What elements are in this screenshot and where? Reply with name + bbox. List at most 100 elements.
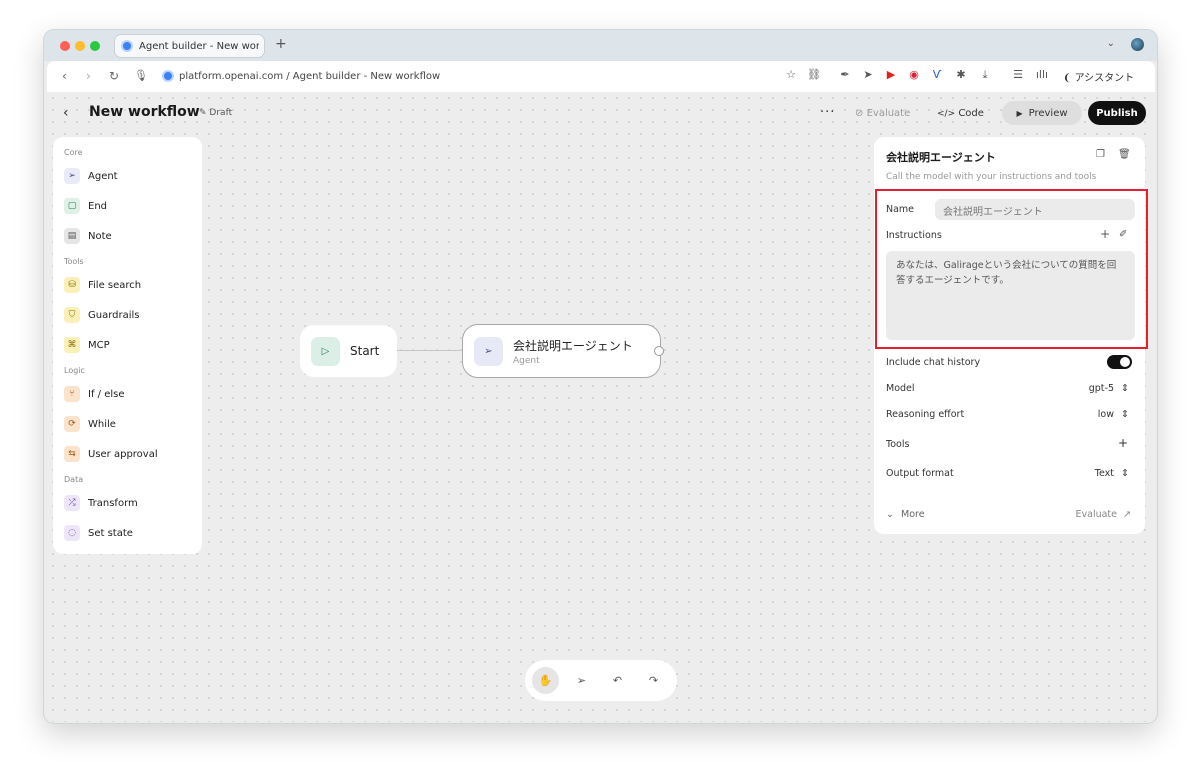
start-node[interactable]: ▷ Start — [300, 325, 397, 377]
palette-item-set-state[interactable]: ◌ Set state — [64, 525, 133, 541]
profile-avatar[interactable] — [1131, 38, 1144, 51]
back-chevron-icon[interactable]: ‹ — [63, 105, 69, 121]
audio-wave-icon[interactable]: ıllı — [1035, 68, 1049, 82]
palette-item-transform[interactable]: ⤮ Transform — [64, 495, 138, 511]
section-logic-label: Logic — [64, 366, 85, 375]
palette-item-end[interactable]: ▢ End — [64, 198, 107, 214]
url-field[interactable]: platform.openai.com / Agent builder - Ne… — [162, 70, 440, 82]
trash-icon[interactable]: 🗑 — [1118, 149, 1131, 160]
reader-list-icon[interactable]: ☰ — [1011, 68, 1025, 82]
record-extension-icon[interactable]: ◉ — [907, 68, 921, 82]
palette-item-agent[interactable]: ➢ Agent — [64, 168, 118, 184]
output-format-select[interactable]: Text ⇕ — [1095, 468, 1129, 479]
pen-extension-icon[interactable]: ✒ — [838, 68, 852, 82]
link-icon[interactable]: ⛓ — [807, 68, 821, 82]
palette-item-label: While — [88, 418, 116, 430]
hand-pan-icon[interactable]: ✋ — [532, 667, 559, 694]
evaluate-link-label: Evaluate — [1075, 509, 1118, 520]
back-arrow-icon[interactable]: ‹ — [62, 69, 67, 83]
undo-icon[interactable]: ↶ — [604, 667, 631, 694]
maximize-window-button[interactable] — [90, 41, 100, 51]
inspector-panel: 会社説明エージェント ❐ 🗑 Call the model with your … — [874, 137, 1148, 534]
palette-item-label: If / else — [88, 388, 125, 400]
publish-button[interactable]: Publish — [1088, 101, 1146, 125]
preview-label: Preview — [1028, 107, 1068, 119]
browser-window: Agent builder - New workflow + ⌄ ‹ › ↻ 🎙… — [43, 29, 1158, 724]
redo-icon[interactable]: ↷ — [640, 667, 667, 694]
model-value: gpt-5 — [1088, 383, 1114, 394]
database-icon: ⛁ — [64, 277, 80, 293]
evaluate-button[interactable]: ⊘ Evaluate — [855, 108, 910, 119]
assistant-icon: ❨ — [1063, 73, 1072, 84]
more-toggle-button[interactable]: ⌄ More — [886, 509, 925, 520]
palette-item-guardrails[interactable]: ⛉ Guardrails — [64, 307, 140, 323]
reload-icon[interactable]: ↻ — [109, 69, 119, 83]
mcp-icon: ⌘ — [64, 337, 80, 353]
agent-node-type: Agent — [513, 355, 540, 366]
site-favicon-icon — [162, 70, 174, 82]
agent-output-handle[interactable] — [654, 346, 664, 356]
bookmark-star-icon[interactable]: ☆ — [784, 68, 798, 82]
send-extension-icon[interactable]: ➤ — [861, 68, 875, 82]
note-icon: ▤ — [64, 228, 80, 244]
end-square-icon: ▢ — [64, 198, 80, 214]
include-chat-history-toggle[interactable] — [1107, 355, 1132, 369]
section-tools-label: Tools — [64, 257, 84, 266]
youtube-extension-icon[interactable]: ▶ — [884, 68, 898, 82]
vee-extension-icon[interactable]: Ѵ — [930, 68, 944, 82]
model-select[interactable]: gpt-5 ⇕ — [1089, 383, 1129, 394]
instructions-textarea[interactable]: あなたは、Galirageという会社についての質問を回答するエージェントです。 — [886, 251, 1135, 340]
tab-title: Agent builder - New workflow — [139, 40, 259, 52]
more-options-icon[interactable]: ··· — [820, 105, 835, 120]
close-window-button[interactable] — [60, 41, 70, 51]
chevron-down-icon: ⌄ — [886, 509, 894, 520]
palette-item-label: File search — [88, 279, 142, 291]
palette-item-user-approval[interactable]: ⇆ User approval — [64, 446, 158, 462]
add-tool-plus-icon[interactable]: + — [1118, 436, 1128, 450]
add-plus-icon[interactable]: + — [1100, 227, 1110, 241]
section-data-label: Data — [64, 475, 84, 484]
address-bar: ‹ › ↻ 🎙 platform.openai.com / Agent buil… — [47, 61, 1155, 92]
assistant-button[interactable]: ❨ アシスタント — [1063, 69, 1134, 84]
agent-cursor-icon: ➢ — [64, 168, 80, 184]
minimize-window-button[interactable] — [75, 41, 85, 51]
node-palette: Core ➢ Agent ▢ End ▤ Note Tools ⛁ File s… — [53, 137, 202, 554]
palette-item-if-else[interactable]: ⑂ If / else — [64, 386, 125, 402]
updown-chevron-icon: ⇕ — [1121, 383, 1129, 394]
section-core-label: Core — [64, 148, 83, 157]
palette-item-label: Agent — [88, 170, 118, 182]
microphone-icon[interactable]: 🎙 — [134, 69, 148, 82]
magic-wand-icon[interactable]: ✐ — [1119, 229, 1127, 240]
loop-icon: ⟳ — [64, 416, 80, 432]
palette-item-label: Set state — [88, 527, 133, 539]
agent-builder-app: ‹ New workflow ✎ Draft ··· ⊘ Evaluate </… — [47, 92, 1155, 722]
palette-item-file-search[interactable]: ⛁ File search — [64, 277, 141, 293]
agent-node-name: 会社説明エージェント — [513, 338, 633, 353]
agent-node[interactable]: ➢ 会社説明エージェント Agent — [462, 324, 661, 378]
canvas-toolbar: ✋ ➢ ↶ ↷ — [525, 660, 677, 701]
pointer-select-icon[interactable]: ➢ — [568, 667, 595, 694]
reasoning-effort-select[interactable]: low ⇕ — [1098, 409, 1129, 420]
palette-item-note[interactable]: ▤ Note — [64, 228, 112, 244]
reasoning-effort-label: Reasoning effort — [886, 409, 965, 420]
model-label: Model — [886, 383, 915, 394]
code-button[interactable]: </> Code — [937, 108, 984, 119]
preview-button[interactable]: ▶ Preview — [1002, 101, 1082, 125]
new-tab-plus-icon[interactable]: + — [275, 36, 287, 52]
duplicate-icon[interactable]: ❐ — [1096, 149, 1105, 160]
palette-item-mcp[interactable]: ⌘ MCP — [64, 337, 110, 353]
forward-arrow-icon[interactable]: › — [86, 69, 91, 83]
draft-badge: ✎ Draft — [199, 108, 232, 118]
include-chat-history-label: Include chat history — [886, 357, 981, 368]
play-icon: ▶ — [1016, 108, 1023, 118]
url-text: platform.openai.com / Agent builder - Ne… — [179, 70, 441, 82]
evaluate-icon: ⊘ — [855, 108, 864, 119]
palette-item-while[interactable]: ⟳ While — [64, 416, 116, 432]
browser-tab[interactable]: Agent builder - New workflow — [114, 34, 265, 58]
name-input[interactable]: 会社説明エージェント — [935, 199, 1135, 220]
evaluate-link[interactable]: Evaluate ↗ — [1076, 509, 1132, 520]
puzzle-extension-icon[interactable]: ✱ — [954, 68, 968, 82]
edit-icon: ✎ — [199, 108, 207, 118]
tab-list-chevron-icon[interactable]: ⌄ — [1107, 38, 1115, 49]
download-icon[interactable]: ⤓ — [978, 68, 992, 82]
